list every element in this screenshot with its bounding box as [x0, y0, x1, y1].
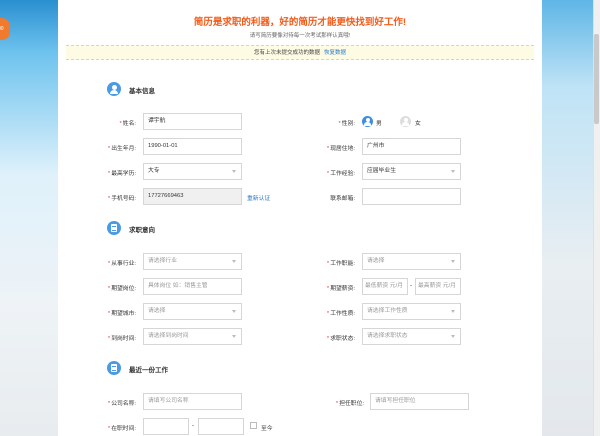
function-label: *工作职能: [326, 261, 355, 267]
experience-select[interactable]: 应届毕业生 [362, 163, 461, 180]
industry-select[interactable]: 请选择行业 [143, 253, 242, 270]
present-checkbox[interactable] [250, 422, 257, 429]
chevron-down-icon [451, 260, 455, 263]
company-label: *公司名称: [107, 401, 136, 407]
birth-date-input[interactable]: 1990-01-01 [143, 138, 242, 155]
status-label: *求职状态: [326, 336, 355, 342]
document-icon [107, 361, 121, 375]
chevron-down-icon [451, 335, 455, 338]
gender-label: *性别: [338, 121, 355, 127]
section-title-basic: 基本信息 [129, 88, 155, 95]
nature-select[interactable]: 请选择工作性质 [362, 303, 461, 320]
page-title: 简历是求职的利器，好的简历才能更快找到好工作! [193, 17, 407, 28]
education-label: *最高学历: [107, 171, 136, 177]
salary-max-input[interactable]: 最高薪资 元/月 [415, 278, 461, 295]
arrival-label: *到岗时间: [107, 336, 136, 342]
salary-range-dash: - [410, 283, 412, 289]
page-scrollbar[interactable] [593, 0, 600, 436]
city-select[interactable]: 请选择 [143, 303, 242, 320]
phone-label: *手机号码: [107, 196, 136, 202]
experience-label: *工作经验: [326, 171, 355, 177]
gender-female-label[interactable]: 女 [415, 118, 421, 127]
restore-notice-bar: 您有上次未提交成功的数据 恢复数据 [66, 45, 534, 60]
status-select[interactable]: 请选择求职状态 [362, 328, 461, 345]
email-input[interactable] [362, 188, 461, 205]
period-start-input[interactable] [143, 418, 189, 435]
page-subtitle: 请写简历要像对待每一次考试那样认真哦! [249, 33, 351, 39]
restore-notice-text: 您有上次未提交成功的数据 [253, 50, 320, 56]
salary-label: *期望薪资: [326, 286, 355, 292]
job-title-label: *担任职位: [335, 401, 364, 407]
birth-label: *出生年月: [107, 146, 136, 152]
email-label: 联系邮箱: [330, 196, 355, 202]
gender-female-radio-icon[interactable] [400, 116, 411, 127]
chevron-down-icon [232, 260, 236, 263]
period-dash: - [192, 423, 194, 429]
education-select[interactable]: 大专 [143, 163, 242, 180]
document-icon [107, 221, 121, 235]
name-input[interactable]: 谭宇航 [143, 113, 242, 130]
page-background-right [542, 0, 600, 436]
gender-male-radio-icon[interactable] [362, 116, 373, 127]
position-label: *期望岗位: [107, 286, 136, 292]
function-select[interactable]: 请选择 [362, 253, 461, 270]
user-icon [107, 82, 121, 96]
period-end-input[interactable] [198, 418, 244, 435]
chevron-down-icon [451, 170, 455, 173]
city-label: *期望城市: [107, 311, 136, 317]
name-label: *姓名: [119, 121, 136, 127]
restore-data-link[interactable]: 恢复数据 [324, 50, 346, 56]
chevron-down-icon [232, 335, 236, 338]
residence-label: *现居住地: [326, 146, 355, 152]
arrival-select[interactable]: 请选择到岗时间 [143, 328, 242, 345]
phone-input[interactable]: 17727669463 [143, 188, 242, 205]
salary-min-input[interactable]: 最低薪资 元/月 [362, 278, 408, 295]
company-input[interactable]: 请填写公司名称 [143, 393, 242, 410]
resume-form-card: 简历是求职的利器，好的简历才能更快找到好工作! 请写简历要像对待每一次考试那样认… [58, 0, 542, 436]
page-background-left [0, 0, 58, 436]
reverify-link[interactable]: 重新认证 [247, 193, 270, 202]
chevron-down-icon [451, 310, 455, 313]
residence-input[interactable]: 广州市 [362, 138, 461, 155]
section-title-work: 最近一份工作 [129, 367, 168, 374]
chevron-down-icon [232, 310, 236, 313]
industry-label: *从事行业: [107, 261, 136, 267]
period-label: *在职时间: [107, 426, 136, 432]
position-input[interactable]: 具体岗位 如：销售主管 [143, 278, 242, 295]
section-title-intent: 求职意向 [129, 227, 155, 234]
job-title-input[interactable]: 请填写担任职位 [370, 393, 469, 410]
gender-male-label[interactable]: 男 [376, 118, 382, 127]
scrollbar-thumb[interactable] [594, 34, 599, 124]
nature-label: *工作性质: [326, 311, 355, 317]
present-label: 至今 [261, 426, 273, 432]
chevron-down-icon [232, 170, 236, 173]
